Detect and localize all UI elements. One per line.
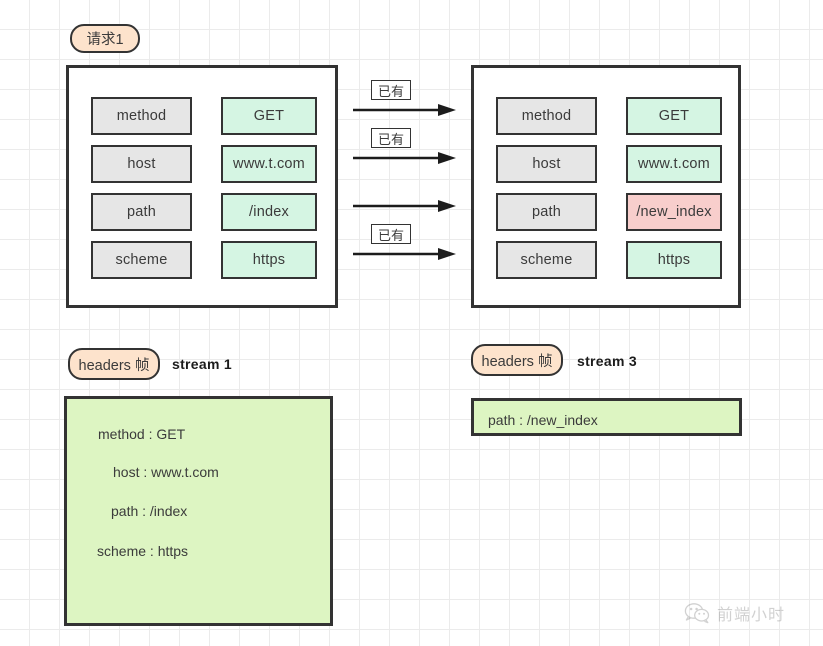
frame-line: method : GET xyxy=(98,426,186,442)
arrow-line-icon xyxy=(353,200,456,212)
arrow-label-badge: 已有 xyxy=(371,224,411,244)
header-key-cell: path xyxy=(91,193,192,231)
header-value-label: /index xyxy=(249,204,289,220)
arrow-line-icon xyxy=(353,104,456,116)
arrow-label-badge: 已有 xyxy=(371,128,411,148)
header-value-label: GET xyxy=(658,108,690,124)
stream-label-right: stream 3 xyxy=(577,353,637,369)
arrow-row: 已有 xyxy=(352,128,458,164)
header-key-label: host xyxy=(532,156,561,172)
frame-payload-left: method : GET host : www.t.com path : /in… xyxy=(64,396,333,626)
arrow-label: 已有 xyxy=(377,227,404,243)
diagram-canvas: 请求1 method GET host www.t.com path /inde… xyxy=(0,0,823,646)
header-value-cell: GET xyxy=(626,97,722,135)
arrow-row: 已有 xyxy=(352,80,458,116)
wechat-icon xyxy=(684,603,710,624)
header-value-cell: GET xyxy=(221,97,317,135)
frame-line: path : /index xyxy=(111,503,188,519)
frame-badge-left: headers 帧 xyxy=(68,348,160,380)
header-value-label: /new_index xyxy=(636,204,712,220)
header-key-label: method xyxy=(521,108,572,124)
header-key-cell: host xyxy=(91,145,192,183)
header-value-label: https xyxy=(657,252,691,268)
request-title-badge-label: 请求1 xyxy=(86,32,124,48)
frame-badge-left-label: headers 帧 xyxy=(78,357,150,374)
request-panel-left: method GET host www.t.com path /index sc… xyxy=(66,65,338,308)
arrow-line-icon xyxy=(353,152,456,164)
header-key-label: scheme xyxy=(115,252,168,268)
header-value-cell: www.t.com xyxy=(626,145,722,183)
arrow-label-badge: 已有 xyxy=(371,80,411,100)
arrow-row: 已有 xyxy=(352,224,458,260)
header-value-label: https xyxy=(252,252,286,268)
frame-badge-right: headers 帧 xyxy=(471,344,563,376)
header-key-label: host xyxy=(127,156,156,172)
header-value-cell: www.t.com xyxy=(221,145,317,183)
stream-label-left: stream 1 xyxy=(172,356,232,372)
header-key-cell: method xyxy=(91,97,192,135)
request-title-badge: 请求1 xyxy=(70,24,140,53)
header-key-cell: scheme xyxy=(496,241,597,279)
header-key-cell: scheme xyxy=(91,241,192,279)
frame-payload-right: path : /new_index xyxy=(471,398,742,436)
header-key-label: method xyxy=(116,108,167,124)
frame-line: host : www.t.com xyxy=(113,464,219,480)
header-key-label: path xyxy=(126,204,157,220)
header-key-label: path xyxy=(531,204,562,220)
arrow-label: 已有 xyxy=(377,131,404,147)
header-key-cell: path xyxy=(496,193,597,231)
header-key-label: scheme xyxy=(520,252,573,268)
header-value-label: www.t.com xyxy=(233,156,305,172)
frame-badge-right-label: headers 帧 xyxy=(481,353,553,370)
header-value-label: GET xyxy=(253,108,285,124)
arrow-line-icon xyxy=(353,248,456,260)
header-key-cell: host xyxy=(496,145,597,183)
header-value-cell: /index xyxy=(221,193,317,231)
header-value-cell: https xyxy=(626,241,722,279)
request-panel-right: method GET host www.t.com path /new_inde… xyxy=(471,65,741,308)
watermark: 前端小时 xyxy=(684,601,785,625)
header-value-cell-changed: /new_index xyxy=(626,193,722,231)
arrow-label: 已有 xyxy=(377,83,404,99)
header-value-cell: https xyxy=(221,241,317,279)
frame-line: path : /new_index xyxy=(488,412,598,428)
arrow-row xyxy=(352,176,458,212)
header-key-cell: method xyxy=(496,97,597,135)
watermark-text: 前端小时 xyxy=(717,607,786,624)
frame-line: scheme : https xyxy=(97,543,189,559)
header-value-label: www.t.com xyxy=(638,156,710,172)
